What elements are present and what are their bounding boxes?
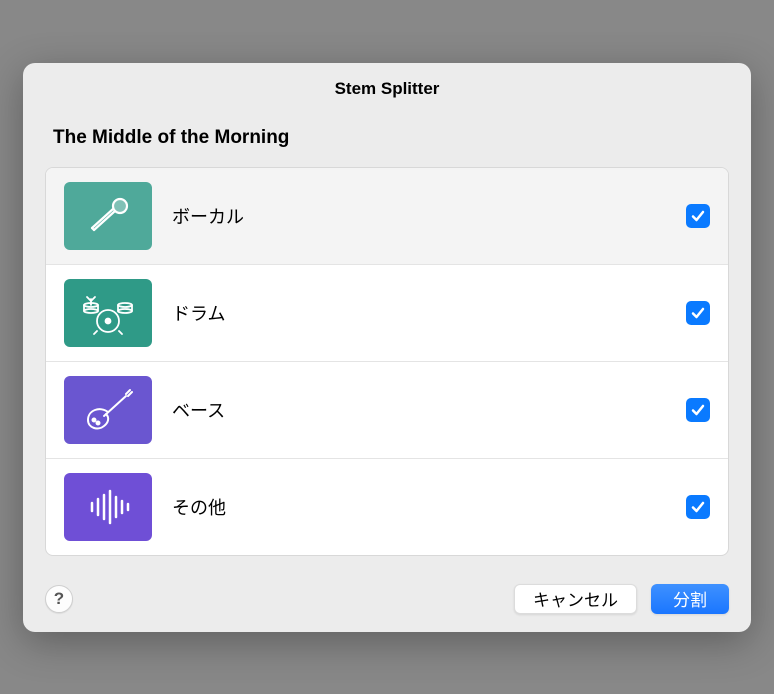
- song-title: The Middle of the Morning: [45, 115, 729, 167]
- waveform-icon: [64, 473, 152, 541]
- microphone-icon: [64, 182, 152, 250]
- dialog-title: Stem Splitter: [23, 63, 751, 115]
- bass-guitar-icon: [64, 376, 152, 444]
- dialog-content: The Middle of the Morning ボーカル: [23, 115, 751, 570]
- drums-icon: [64, 279, 152, 347]
- stem-row-bass[interactable]: ベース: [46, 362, 728, 459]
- split-button[interactable]: 分割: [651, 584, 729, 614]
- help-button[interactable]: ?: [45, 585, 73, 613]
- stem-label: ボーカル: [172, 203, 686, 229]
- stem-checkbox-drums[interactable]: [686, 301, 710, 325]
- dialog-footer: ? キャンセル 分割: [23, 570, 751, 632]
- stem-label: ベース: [172, 397, 686, 423]
- cancel-button[interactable]: キャンセル: [514, 584, 637, 614]
- stem-splitter-dialog: Stem Splitter The Middle of the Morning: [23, 63, 751, 632]
- stem-checkbox-vocals[interactable]: [686, 204, 710, 228]
- stem-checkbox-other[interactable]: [686, 495, 710, 519]
- stems-list: ボーカル: [45, 167, 729, 556]
- stem-label: その他: [172, 494, 686, 520]
- stem-row-drums[interactable]: ドラム: [46, 265, 728, 362]
- stem-label: ドラム: [172, 300, 686, 326]
- stem-checkbox-bass[interactable]: [686, 398, 710, 422]
- stem-row-vocals[interactable]: ボーカル: [46, 168, 728, 265]
- stem-row-other[interactable]: その他: [46, 459, 728, 555]
